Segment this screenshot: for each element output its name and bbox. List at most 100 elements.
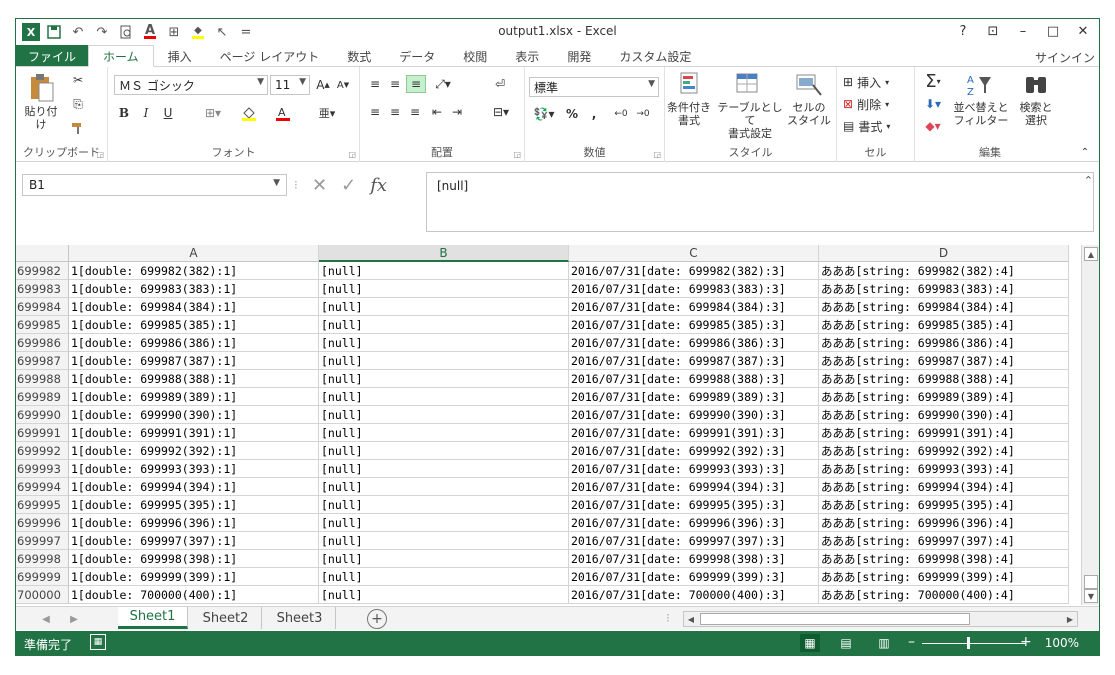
row-header[interactable]: 699991 xyxy=(16,424,69,442)
print-preview-icon[interactable] xyxy=(116,23,136,41)
row-header[interactable]: 699999 xyxy=(16,568,69,586)
tab-data[interactable]: データ xyxy=(385,45,449,67)
insert-function-icon[interactable]: fx xyxy=(370,175,387,196)
cell-b[interactable]: [null] xyxy=(319,532,569,550)
cell-c[interactable]: 2016/07/31[date: 699992(392):3] xyxy=(569,442,819,460)
autosum-icon[interactable]: Σ ▾ xyxy=(919,71,947,92)
zoom-slider-thumb[interactable] xyxy=(967,637,970,649)
scroll-left-icon[interactable]: ◀ xyxy=(684,612,698,626)
undo-icon[interactable]: ↶ xyxy=(68,23,88,41)
cell-d[interactable]: あああ[string: 699996(396):4] xyxy=(819,514,1069,532)
wrap-text-icon[interactable]: ⏎ xyxy=(490,75,510,93)
row-header[interactable]: 699986 xyxy=(16,334,69,352)
cell-d[interactable]: あああ[string: 699999(399):4] xyxy=(819,568,1069,586)
row-header[interactable]: 699982 xyxy=(16,262,69,280)
column-header-b[interactable]: B xyxy=(319,245,569,262)
cell-d[interactable]: あああ[string: 699994(394):4] xyxy=(819,478,1069,496)
redo-icon[interactable]: ↷ xyxy=(92,23,112,41)
border-icon[interactable]: ⊞ xyxy=(164,23,184,41)
horizontal-scrollbar[interactable]: ◀ ▶ xyxy=(683,611,1078,627)
tab-home[interactable]: ホーム xyxy=(88,45,154,67)
signin-link[interactable]: サインイン xyxy=(1035,49,1095,66)
prev-sheet-icon[interactable]: ◀ xyxy=(38,610,54,628)
cell-b[interactable]: [null] xyxy=(319,352,569,370)
cell-a[interactable]: 1[double: 699997(397):1] xyxy=(69,532,319,550)
row-header[interactable]: 699990 xyxy=(16,406,69,424)
cell-c[interactable]: 2016/07/31[date: 699994(394):3] xyxy=(569,478,819,496)
italic-button[interactable]: I xyxy=(136,103,156,123)
cell-b[interactable]: [null] xyxy=(319,514,569,532)
cell-b[interactable]: [null] xyxy=(319,424,569,442)
row-header[interactable]: 700000 xyxy=(16,586,69,604)
maximize-icon[interactable]: □ xyxy=(1041,21,1065,41)
zoom-in-icon[interactable]: + xyxy=(1020,634,1032,650)
cell-b[interactable]: [null] xyxy=(319,442,569,460)
close-icon[interactable]: ✕ xyxy=(1071,21,1095,41)
align-middle-icon[interactable]: ≡ xyxy=(386,75,404,93)
row-header[interactable]: 699985 xyxy=(16,316,69,334)
expand-formula-icon[interactable]: ⌃ xyxy=(1084,174,1093,187)
row-header[interactable]: 699998 xyxy=(16,550,69,568)
cell-d[interactable]: あああ[string: 699995(395):4] xyxy=(819,496,1069,514)
cell-c[interactable]: 2016/07/31[date: 699997(397):3] xyxy=(569,532,819,550)
cell-d[interactable]: あああ[string: 699993(393):4] xyxy=(819,460,1069,478)
cell-c[interactable]: 2016/07/31[date: 699998(398):3] xyxy=(569,550,819,568)
row-header[interactable]: 699987 xyxy=(16,352,69,370)
increase-decimal-icon[interactable]: ←0 xyxy=(611,105,631,123)
number-launcher-icon[interactable]: ◲ xyxy=(653,150,661,159)
chevron-down-icon[interactable]: ▼ xyxy=(273,178,280,188)
vertical-scrollbar[interactable]: ▲ ▼ xyxy=(1081,245,1099,605)
align-left-icon[interactable]: ≡ xyxy=(366,103,384,121)
collapse-ribbon-icon[interactable]: ⌃ xyxy=(1078,145,1092,159)
borders-icon[interactable]: ⊞▾ xyxy=(198,103,228,123)
vertical-scroll-thumb[interactable] xyxy=(1084,575,1098,589)
cell-a[interactable]: 1[double: 699991(391):1] xyxy=(69,424,319,442)
currency-icon[interactable]: 💱▾ xyxy=(529,105,559,123)
row-header[interactable]: 699989 xyxy=(16,388,69,406)
cell-d[interactable]: あああ[string: 699991(391):4] xyxy=(819,424,1069,442)
tab-developer[interactable]: 開発 xyxy=(553,45,605,67)
column-header-c[interactable]: C xyxy=(569,245,819,262)
font-color-icon[interactable]: A xyxy=(140,23,160,41)
fill-color-icon[interactable]: ◆ xyxy=(188,23,208,41)
font-launcher-icon[interactable]: ◲ xyxy=(348,150,356,159)
drag-handle-icon[interactable]: ⁝ xyxy=(294,178,298,192)
cell-d[interactable]: あああ[string: 699997(397):4] xyxy=(819,532,1069,550)
normal-view-icon[interactable]: ▦ xyxy=(800,634,820,652)
font-name-combo[interactable]: ＭＳ ゴシック ▼ xyxy=(114,75,268,95)
delete-cells-button[interactable]: ⊠ 削除 ▾ xyxy=(843,95,909,113)
cell-a[interactable]: 1[double: 699983(383):1] xyxy=(69,280,319,298)
cell-d[interactable]: あああ[string: 699989(389):4] xyxy=(819,388,1069,406)
row-header[interactable]: 699992 xyxy=(16,442,69,460)
font-color-icon[interactable]: A xyxy=(268,103,298,123)
cell-b[interactable]: [null] xyxy=(319,370,569,388)
find-select-button[interactable]: 検索と 選択 xyxy=(1011,101,1061,127)
row-header[interactable]: 699995 xyxy=(16,496,69,514)
cell-c[interactable]: 2016/07/31[date: 699989(389):3] xyxy=(569,388,819,406)
tab-formulas[interactable]: 数式 xyxy=(333,45,385,67)
cell-b[interactable]: [null] xyxy=(319,406,569,424)
formula-input[interactable]: [null] xyxy=(426,172,1094,232)
cell-a[interactable]: 1[double: 699993(393):1] xyxy=(69,460,319,478)
format-painter-icon[interactable] xyxy=(68,119,88,137)
tab-review[interactable]: 校閲 xyxy=(449,45,501,67)
next-sheet-icon[interactable]: ▶ xyxy=(66,610,82,628)
conditional-format-icon[interactable] xyxy=(679,71,707,99)
decrease-font-icon[interactable]: A ▼ xyxy=(334,75,352,95)
cancel-icon[interactable]: ✕ xyxy=(312,175,327,196)
cell-c[interactable]: 2016/07/31[date: 699984(384):3] xyxy=(569,298,819,316)
decrease-indent-icon[interactable]: ⇤ xyxy=(428,103,446,121)
cell-b[interactable]: [null] xyxy=(319,298,569,316)
cell-c[interactable]: 2016/07/31[date: 699982(382):3] xyxy=(569,262,819,280)
alignment-launcher-icon[interactable]: ◲ xyxy=(513,150,521,159)
cell-d[interactable]: あああ[string: 699986(386):4] xyxy=(819,334,1069,352)
cell-d[interactable]: あああ[string: 699988(388):4] xyxy=(819,370,1069,388)
cell-b[interactable]: [null] xyxy=(319,262,569,280)
clipboard-launcher-icon[interactable]: ◲ xyxy=(96,150,104,159)
cell-a[interactable]: 1[double: 699988(388):1] xyxy=(69,370,319,388)
name-box[interactable]: B1 ▼ xyxy=(22,174,287,196)
cell-a[interactable]: 1[double: 699987(387):1] xyxy=(69,352,319,370)
select-icon[interactable]: ↖ xyxy=(212,23,232,41)
cell-b[interactable]: [null] xyxy=(319,586,569,604)
fill-color-icon[interactable] xyxy=(234,103,264,123)
